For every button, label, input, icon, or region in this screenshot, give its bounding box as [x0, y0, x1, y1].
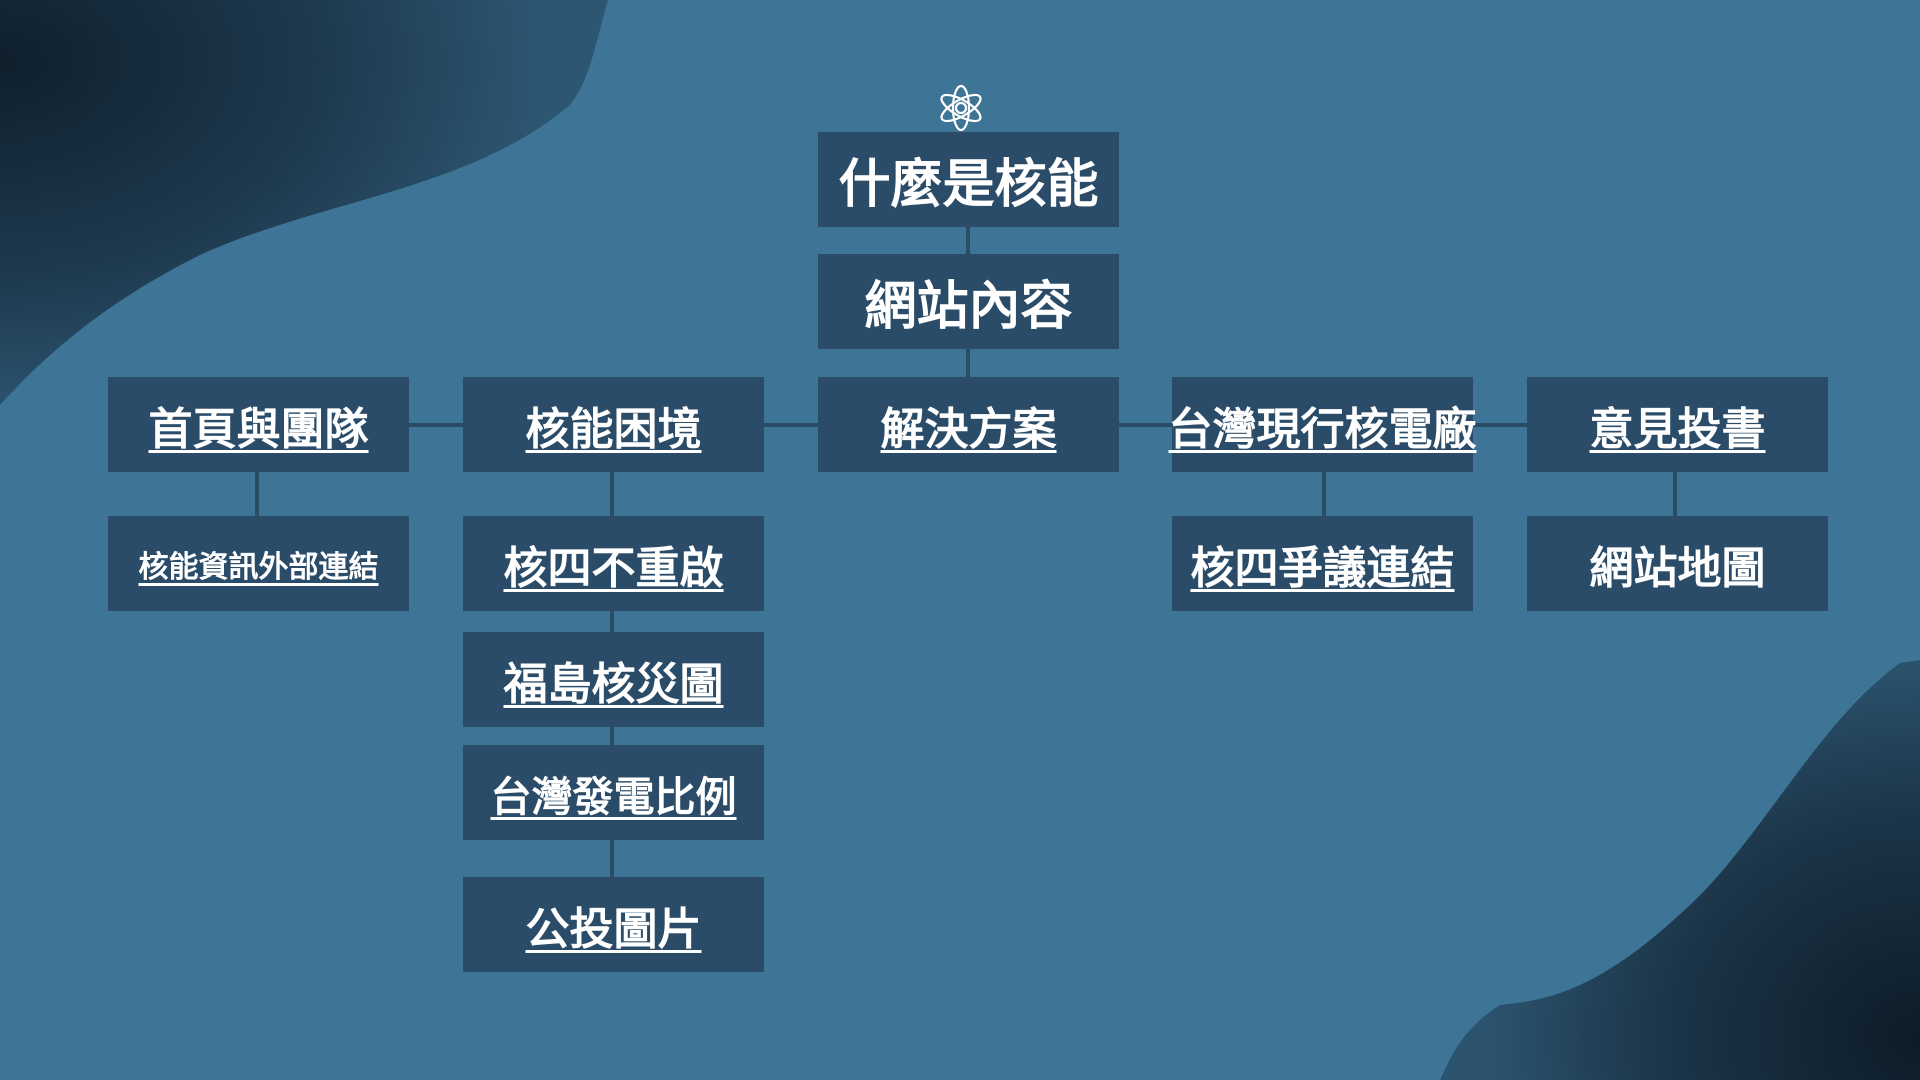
nav-taiwan-plants[interactable]: 台灣現行核電廠 — [1169, 377, 1477, 472]
connector-home-links — [255, 471, 259, 516]
nav-referendum-label[interactable]: 公投圖片 — [526, 893, 702, 957]
connector-content-solution — [966, 348, 970, 378]
nav-nuclear-dilemma-label[interactable]: 核能困境 — [526, 393, 702, 457]
atom-icon — [940, 84, 982, 132]
connector-opinion-sitemap — [1673, 471, 1677, 516]
connector-title-content — [966, 225, 970, 255]
nav-fukushima-label[interactable]: 福島核災圖 — [504, 648, 724, 712]
top-left-shape — [0, 0, 608, 405]
nav-nuclear-dilemma[interactable]: 核能困境 — [463, 377, 764, 472]
nav-power-ratio[interactable]: 台灣發電比例 — [463, 745, 764, 840]
site-content-box: 網站內容 — [818, 254, 1119, 349]
nav-taiwan-plants-label[interactable]: 台灣現行核電廠 — [1169, 393, 1477, 457]
nav-external-links-label[interactable]: 核能資訊外部連結 — [139, 542, 379, 586]
nav-solution[interactable]: 解決方案 — [818, 377, 1119, 472]
bottom-right-shape — [1440, 660, 1920, 1080]
sitemap-box: 網站地圖 — [1527, 516, 1828, 611]
nav-fukushima[interactable]: 福島核災圖 — [463, 632, 764, 727]
nav-opinion-label[interactable]: 意見投書 — [1590, 393, 1766, 457]
site-content-label: 網站內容 — [864, 277, 1073, 337]
sitemap-label: 網站地圖 — [1589, 542, 1766, 594]
nav-power-ratio-label[interactable]: 台灣發電比例 — [491, 763, 737, 823]
connector-plants-controversy — [1322, 471, 1326, 516]
nav-controversy-label[interactable]: 核四爭議連結 — [1191, 532, 1455, 596]
nav-controversy[interactable]: 核四爭議連結 — [1172, 516, 1473, 611]
nav-no-restart[interactable]: 核四不重啟 — [463, 516, 764, 611]
nav-home-team[interactable]: 首頁與團隊 — [108, 377, 409, 472]
page-title: 什麼是核能 — [838, 155, 1099, 215]
nav-referendum[interactable]: 公投圖片 — [463, 877, 764, 972]
nav-solution-label[interactable]: 解決方案 — [881, 393, 1057, 457]
nav-home-team-label[interactable]: 首頁與團隊 — [149, 393, 369, 457]
nav-opinion[interactable]: 意見投書 — [1527, 377, 1828, 472]
title-box: 什麼是核能 — [818, 132, 1119, 227]
nav-no-restart-label[interactable]: 核四不重啟 — [504, 532, 724, 596]
nav-external-links[interactable]: 核能資訊外部連結 — [108, 516, 409, 611]
